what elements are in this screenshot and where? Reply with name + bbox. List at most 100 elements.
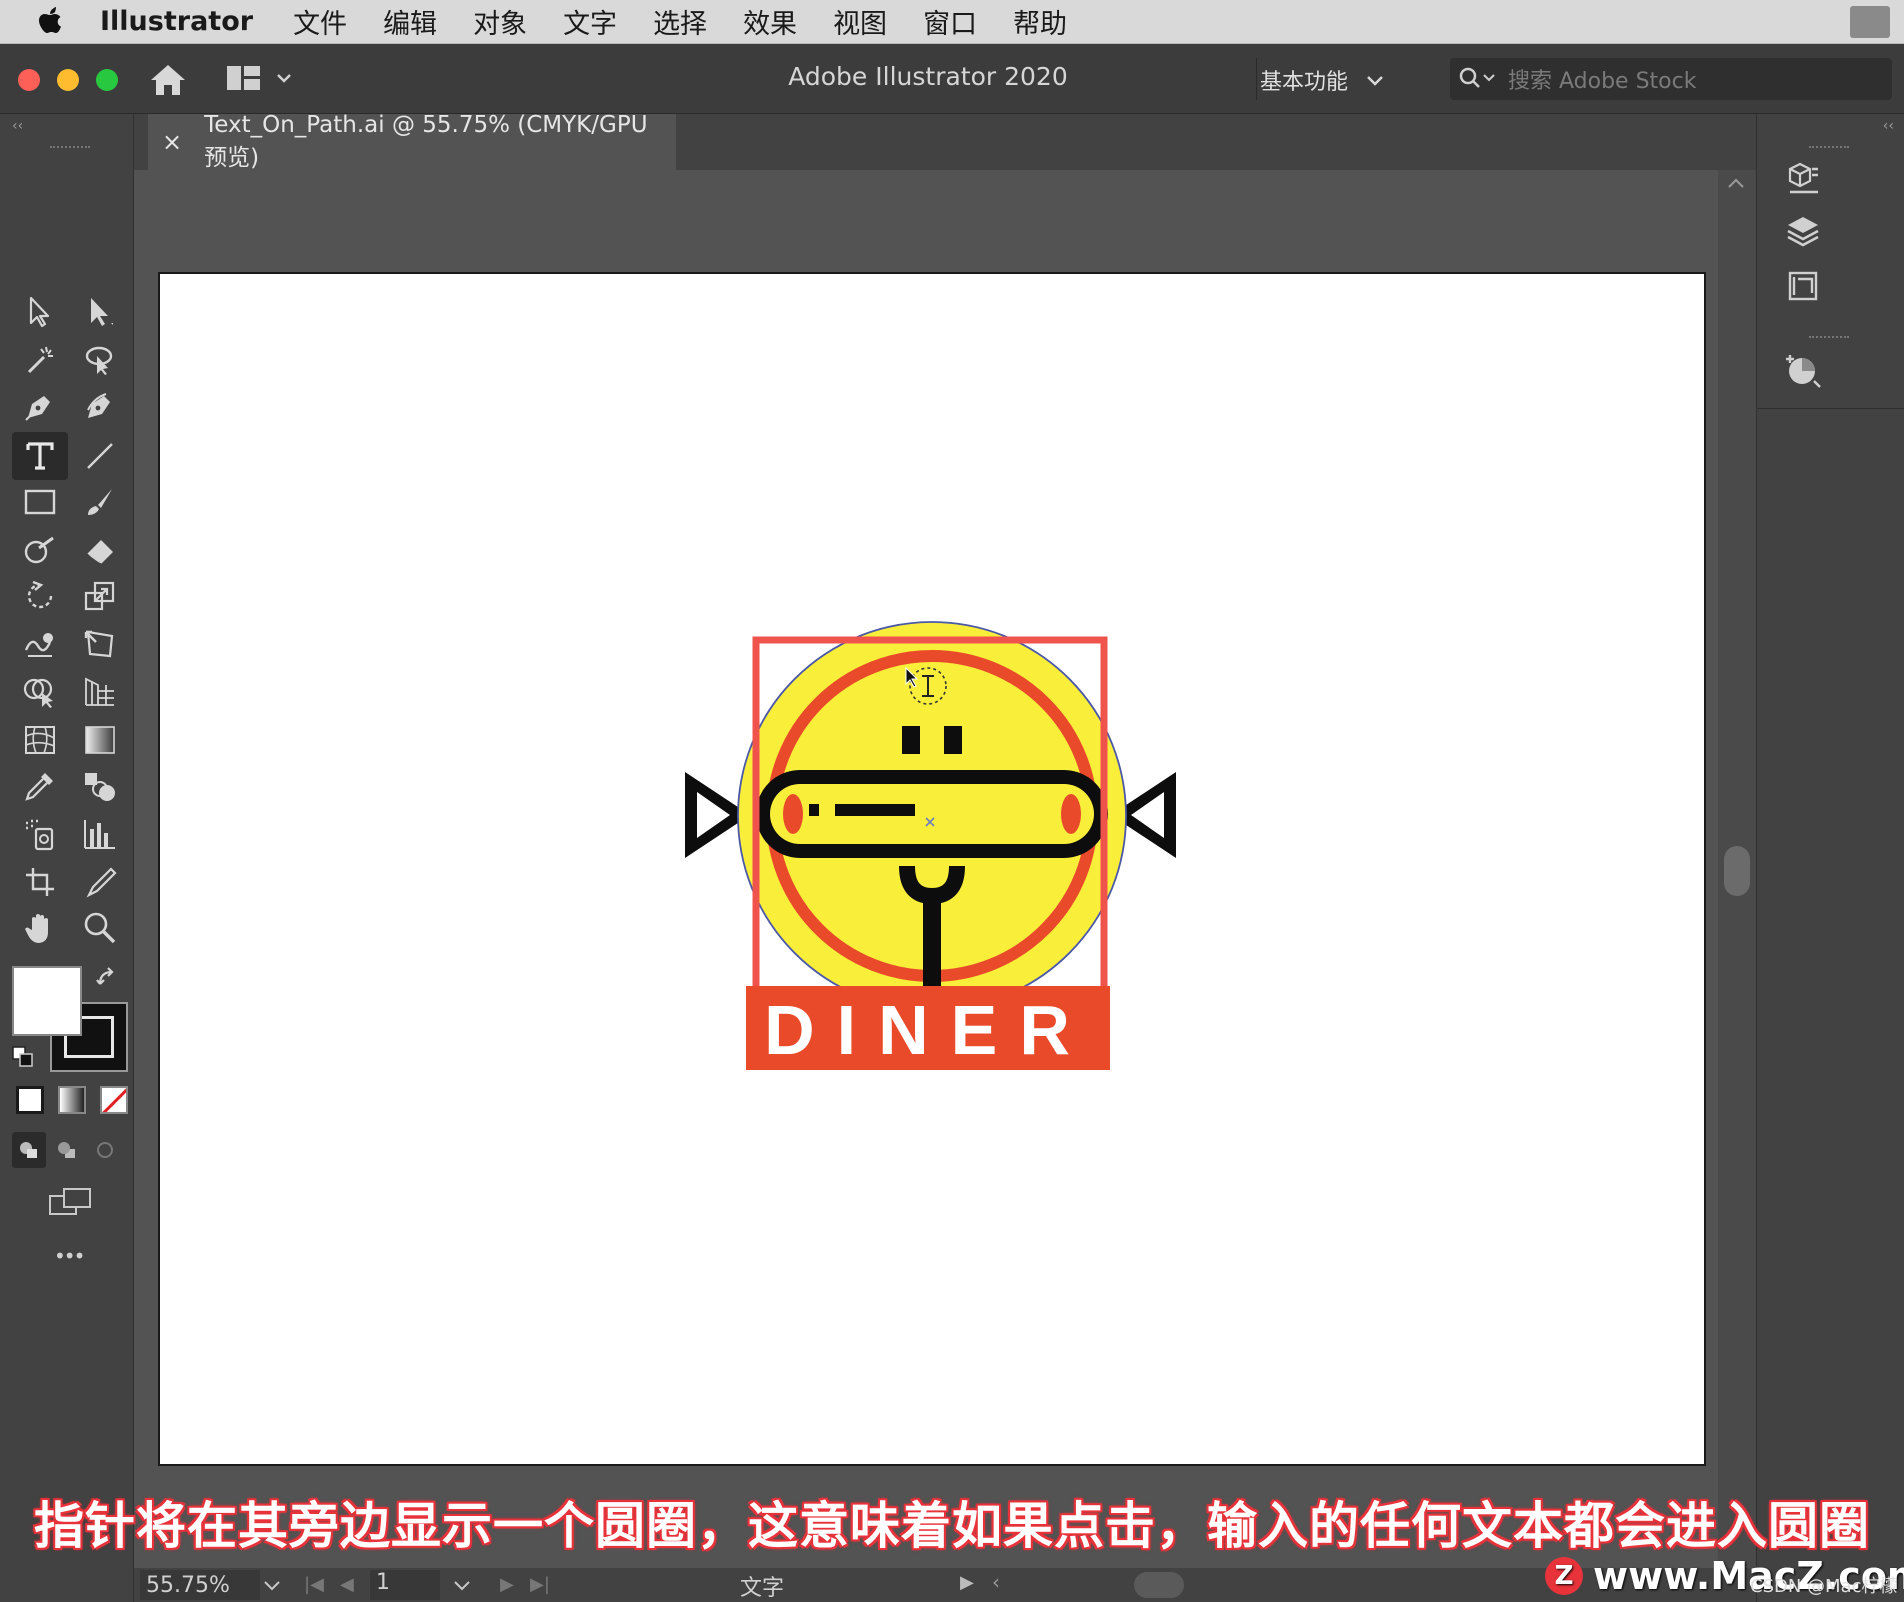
screen-mode-icon[interactable]: [48, 1186, 92, 1222]
shaper-tool-icon[interactable]: [18, 528, 62, 572]
menu-file[interactable]: 文件: [293, 2, 347, 41]
expand-panels-icon[interactable]: ‹‹: [1883, 118, 1894, 134]
panel-grip[interactable]: [1809, 146, 1849, 150]
paintbrush-tool-icon[interactable]: [78, 480, 122, 524]
chevron-down-icon: [1367, 76, 1383, 86]
zoom-value: 55.75%: [146, 1572, 230, 1598]
scale-tool-icon[interactable]: [78, 574, 122, 618]
draw-normal-icon[interactable]: [12, 1132, 46, 1168]
menu-edit[interactable]: 编辑: [383, 2, 437, 41]
chevron-down-icon[interactable]: [262, 1578, 282, 1592]
fill-swatch[interactable]: [12, 966, 82, 1036]
edit-toolbar-button[interactable]: •••: [54, 1244, 85, 1268]
lasso-tool-icon[interactable]: [78, 338, 122, 382]
menu-help[interactable]: 帮助: [1013, 2, 1067, 41]
scroll-left-icon[interactable]: ‹: [992, 1570, 1000, 1594]
menu-object[interactable]: 对象: [473, 2, 527, 41]
right-panel-dock: ‹‹: [1756, 114, 1904, 1602]
macos-menu-bar: Illustrator 文件 编辑 对象 文字 选择 效果 视图 窗口 帮助: [0, 0, 1904, 44]
current-tool-label[interactable]: 文字: [740, 1570, 784, 1602]
previous-artboard-icon[interactable]: ◀: [340, 1574, 354, 1595]
workspace-switcher[interactable]: 基本功能: [1260, 64, 1384, 96]
eraser-tool-icon[interactable]: [78, 528, 122, 572]
draw-behind-icon[interactable]: [50, 1132, 84, 1168]
direct-selection-tool-icon[interactable]: [78, 290, 122, 334]
horizontal-scrollbar-thumb[interactable]: [1134, 1572, 1184, 1598]
app-menu-illustrator[interactable]: Illustrator: [100, 6, 253, 37]
gradient-mode-button[interactable]: [58, 1086, 86, 1114]
menu-effect[interactable]: 效果: [743, 2, 797, 41]
artboard-number-field[interactable]: 1: [370, 1570, 440, 1600]
draw-inside-icon[interactable]: [88, 1132, 122, 1168]
search-input[interactable]: 搜索 Adobe Stock: [1508, 63, 1696, 95]
default-fill-stroke-icon[interactable]: [12, 1046, 34, 1072]
curvature-tool-icon[interactable]: [78, 384, 122, 428]
artboard-tool-icon[interactable]: [18, 860, 62, 904]
symbol-sprayer-tool-icon[interactable]: [18, 812, 62, 856]
scrollbar-thumb[interactable]: [1724, 846, 1750, 896]
panel-grip[interactable]: [1809, 336, 1849, 340]
document-tab-bar: × Text_On_Path.ai @ 55.75% (CMYK/GPU 预览): [0, 112, 1904, 171]
artboard[interactable]: DINER: [158, 272, 1706, 1466]
menu-window[interactable]: 窗口: [923, 2, 977, 41]
warp-tool-icon[interactable]: [18, 622, 62, 666]
color-guide-panel-icon[interactable]: [1773, 346, 1833, 394]
magic-wand-tool-icon[interactable]: [18, 338, 62, 382]
layers-panel-icon[interactable]: [1773, 208, 1833, 256]
artboards-panel-icon[interactable]: [1773, 262, 1833, 310]
menu-bar-extra-icon[interactable]: [1850, 6, 1890, 38]
status-bar: 55.75% |◀ ◀ 1 ▶ ▶| 文字 ▶ ‹: [134, 1568, 1756, 1602]
watermark-logo-icon: Z: [1545, 1557, 1583, 1595]
type-tool-icon[interactable]: [12, 432, 68, 480]
tools-panel: ‹‹ •••: [0, 114, 134, 1602]
menu-view[interactable]: 视图: [833, 2, 887, 41]
status-menu-icon[interactable]: ▶: [960, 1572, 974, 1593]
artboard-number: 1: [376, 1570, 390, 1595]
slice-tool-icon[interactable]: [78, 860, 122, 904]
adobe-stock-search[interactable]: 搜索 Adobe Stock: [1450, 58, 1892, 100]
zoom-tool-icon[interactable]: [78, 906, 122, 950]
perspective-grid-tool-icon[interactable]: [78, 670, 122, 714]
shape-builder-tool-icon[interactable]: [18, 670, 62, 714]
column-graph-tool-icon[interactable]: [78, 812, 122, 856]
collapse-panel-icon[interactable]: ‹‹: [12, 118, 23, 134]
free-transform-tool-icon[interactable]: [78, 622, 122, 666]
zoom-field[interactable]: 55.75%: [140, 1570, 260, 1600]
last-artboard-icon[interactable]: ▶|: [530, 1574, 550, 1595]
blend-tool-icon[interactable]: [78, 764, 122, 808]
vertical-scrollbar[interactable]: [1718, 170, 1756, 1568]
document-tab-label: Text_On_Path.ai @ 55.75% (CMYK/GPU 预览): [204, 112, 648, 171]
gradient-tool-icon[interactable]: [78, 718, 122, 762]
chevron-down-icon[interactable]: [452, 1578, 472, 1592]
none-mode-button[interactable]: [100, 1086, 128, 1114]
hand-tool-icon[interactable]: [18, 906, 62, 950]
close-tab-icon[interactable]: ×: [162, 128, 182, 156]
apple-menu-icon[interactable]: [0, 6, 100, 38]
libraries-panel-icon[interactable]: [1773, 154, 1833, 202]
first-artboard-icon[interactable]: |◀: [304, 1574, 324, 1595]
document-tab[interactable]: × Text_On_Path.ai @ 55.75% (CMYK/GPU 预览): [148, 112, 676, 171]
next-artboard-icon[interactable]: ▶: [500, 1574, 514, 1595]
dock-divider: [1757, 408, 1904, 409]
mesh-tool-icon[interactable]: [18, 718, 62, 762]
diner-logo-artwork[interactable]: DINER: [160, 274, 1704, 1464]
video-subtitle: 指针将在其旁边显示一个圆圈，这意味着如果点击，输入的任何文本都会进入圆圈: [34, 1497, 1870, 1555]
workspace-label: 基本功能: [1260, 70, 1349, 95]
panel-grip[interactable]: [50, 146, 90, 150]
app-title-bar: Adobe Illustrator 2020 基本功能 搜索 Adobe Sto…: [0, 44, 1904, 114]
swap-fill-stroke-icon[interactable]: [96, 966, 120, 994]
eyedropper-tool-icon[interactable]: [18, 764, 62, 808]
color-mode-button[interactable]: [16, 1086, 44, 1114]
csdn-credit: CSDN @Mac柠檬: [1750, 1576, 1898, 1597]
search-icon: [1459, 67, 1495, 88]
selection-tool-icon[interactable]: [18, 290, 62, 334]
menu-select[interactable]: 选择: [653, 2, 707, 41]
draw-mode-buttons: [12, 1132, 122, 1172]
rotate-tool-icon[interactable]: [18, 574, 62, 618]
rectangle-tool-icon[interactable]: [18, 480, 62, 524]
pen-tool-icon[interactable]: [18, 384, 62, 428]
menu-type[interactable]: 文字: [563, 2, 617, 41]
diner-text: DINER: [764, 991, 1092, 1069]
line-segment-tool-icon[interactable]: [78, 434, 122, 478]
scroll-up-icon[interactable]: [1726, 176, 1746, 190]
